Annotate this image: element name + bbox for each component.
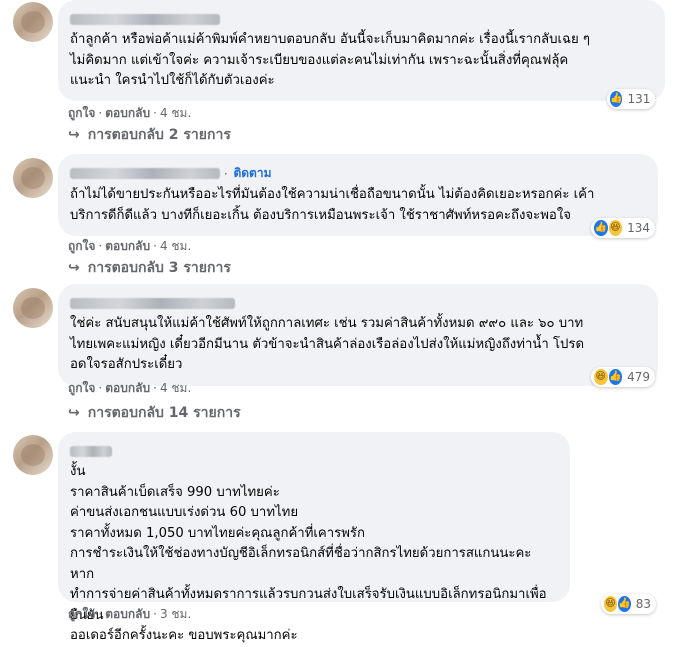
reaction-count: 479 [627, 370, 650, 384]
timestamp[interactable]: 4 ชม. [160, 106, 191, 120]
reply-arrow-icon: ↪ [68, 127, 80, 143]
reaction-summary[interactable]: 😆 👍 479 [591, 367, 655, 387]
comment-actions: ถูกใจ · ตอบกลับ · 4 ชม. [68, 106, 192, 120]
haha-icon: 😆 [594, 369, 608, 385]
timestamp[interactable]: 3 ชม. [160, 607, 191, 621]
reaction-summary[interactable]: 👍 131 [607, 89, 655, 109]
timestamp[interactable]: 4 ชม. [160, 381, 191, 395]
view-replies-link[interactable]: ↪ การตอบกลับ 3 รายการ [68, 257, 231, 279]
comment-actions: ถูกใจ · ตอบกลับ · 3 ชม. [68, 607, 192, 621]
reply-link[interactable]: ตอบกลับ [105, 106, 150, 120]
comment-text: ใช่ค่ะ สนับสนุนให้แม่ค้าใช้ศัพท์ให้ถูกกา… [70, 316, 585, 372]
replies-label: การตอบกลับ 2 รายการ [87, 127, 231, 143]
timestamp[interactable]: 4 ชม. [160, 239, 191, 253]
reaction-summary[interactable]: 😆 👍 83 [601, 594, 656, 614]
comment-bubble: · ติดตาม ถ้าไม่ได้ขายประกันหรืออะไรที่มั… [58, 154, 658, 236]
author-name-redacted[interactable] [70, 298, 235, 309]
haha-icon: 😆 [608, 220, 623, 236]
reply-arrow-icon: ↪ [68, 260, 80, 276]
haha-icon: 😆 [604, 596, 617, 612]
reply-link[interactable]: ตอบกลับ [105, 607, 150, 621]
like-icon: 👍 [594, 220, 608, 236]
comment-text: ถ้าลูกค้า หรือพ่อค้าแม่ค้าพิมพ์คำหยาบตอบ… [70, 32, 590, 88]
comment-actions: ถูกใจ · ตอบกลับ · 4 ชม. [68, 381, 192, 395]
replies-label: การตอบกลับ 3 รายการ [87, 260, 231, 276]
author-name-redacted[interactable] [70, 168, 220, 179]
like-link[interactable]: ถูกใจ [68, 106, 95, 120]
like-link[interactable]: ถูกใจ [68, 607, 95, 621]
follow-link[interactable]: ติดตาม [233, 166, 271, 180]
comment-bubble: ใช่ค่ะ สนับสนุนให้แม่ค้าใช้ศัพท์ให้ถูกกา… [58, 284, 658, 386]
like-icon: 👍 [617, 596, 631, 612]
avatar[interactable] [13, 158, 53, 198]
like-link[interactable]: ถูกใจ [68, 239, 95, 253]
avatar[interactable] [13, 288, 53, 328]
reply-arrow-icon: ↪ [68, 405, 80, 421]
avatar[interactable] [13, 435, 53, 475]
replies-label: การตอบกลับ 14 รายการ [87, 405, 241, 421]
comment-actions: ถูกใจ · ตอบกลับ · 4 ชม. [68, 239, 192, 253]
reply-link[interactable]: ตอบกลับ [105, 239, 150, 253]
reply-link[interactable]: ตอบกลับ [105, 381, 150, 395]
comment-text: ถ้าไม่ได้ขายประกันหรืออะไรที่มันต้องใช้ค… [70, 187, 595, 223]
like-icon: 👍 [610, 91, 623, 107]
like-link[interactable]: ถูกใจ [68, 381, 95, 395]
reaction-count: 131 [627, 92, 651, 106]
avatar[interactable] [13, 2, 53, 42]
author-name-redacted[interactable] [70, 446, 112, 457]
view-replies-link[interactable]: ↪ การตอบกลับ 2 รายการ [68, 124, 231, 146]
author-name-redacted[interactable] [70, 14, 220, 25]
comment-bubble: งั้น ราคาสินค้าเบ็ดเสร็จ 990 บาทไทยค่ะ ค… [58, 432, 570, 643]
reaction-summary[interactable]: 👍 😆 134 [591, 218, 655, 238]
view-replies-link[interactable]: ↪ การตอบกลับ 14 รายการ [68, 402, 241, 424]
reaction-count: 134 [627, 221, 650, 235]
separator-dot: · [220, 167, 232, 181]
reaction-count: 83 [635, 597, 651, 611]
comment-bubble: ถ้าลูกค้า หรือพ่อค้าแม่ค้าพิมพ์คำหยาบตอบ… [58, 0, 665, 101]
like-icon: 👍 [608, 369, 623, 385]
